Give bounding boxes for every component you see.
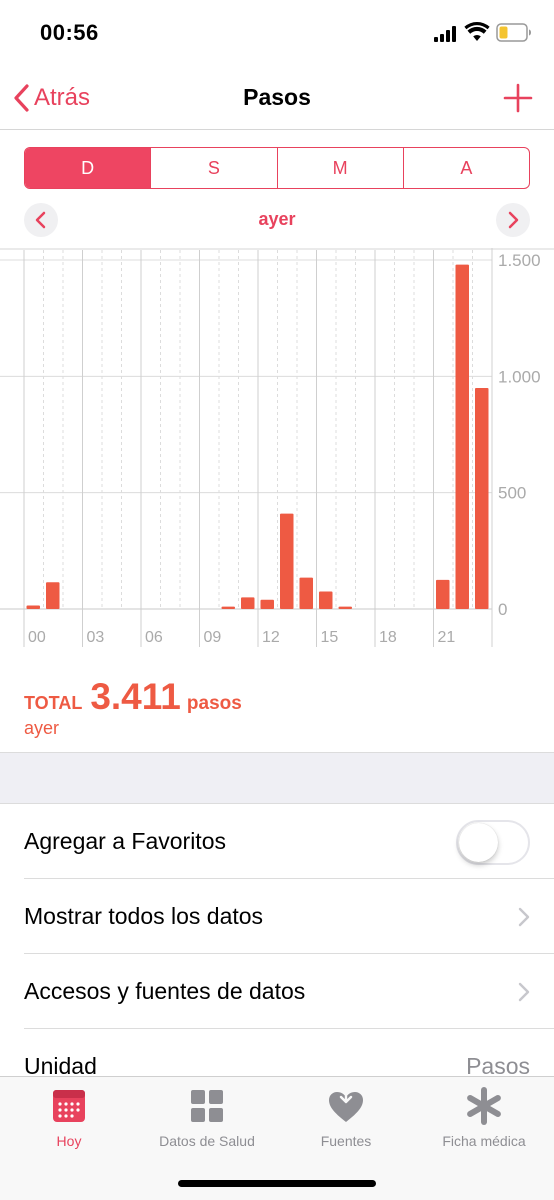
favorites-toggle[interactable]	[456, 820, 530, 865]
x-tick-label: 21	[438, 629, 456, 646]
x-tick-label: 09	[204, 629, 222, 646]
next-date-button[interactable]	[496, 203, 530, 237]
segment-day[interactable]: D	[25, 148, 151, 188]
tab-label: Datos de Salud	[159, 1133, 255, 1149]
x-tick-label: 15	[321, 629, 339, 646]
step-bar	[26, 605, 40, 609]
step-bar	[241, 597, 255, 609]
section-separator	[0, 752, 554, 804]
step-bar	[46, 582, 60, 609]
segment-month[interactable]: M	[276, 148, 403, 188]
y-tick-label: 1.000	[498, 367, 541, 386]
y-tick-label: 500	[498, 484, 526, 503]
show-all-data-row[interactable]: Mostrar todos los datos	[0, 879, 554, 954]
wifi-icon	[464, 22, 490, 41]
tab-label: Fuentes	[320, 1133, 372, 1149]
chevron-left-icon	[14, 84, 29, 112]
favorites-label: Agregar a Favoritos	[24, 828, 226, 854]
previous-date-button[interactable]	[24, 203, 58, 237]
toggle-knob	[459, 823, 498, 862]
back-button-label: Atrás	[34, 84, 91, 111]
grid-icon	[191, 1090, 223, 1122]
y-tick-label: 1.500	[498, 251, 541, 270]
favorites-row: Agregar a Favoritos	[0, 804, 554, 879]
step-bar	[299, 577, 313, 609]
x-tick-label: 06	[145, 629, 163, 646]
x-tick-label: 03	[87, 629, 105, 646]
current-date-label: ayer	[258, 209, 296, 229]
status-time: 00:56	[40, 20, 99, 45]
tab-today[interactable]: Hoy	[0, 1085, 138, 1155]
total-period: ayer	[24, 718, 60, 738]
step-bar	[260, 599, 274, 609]
steps-bar-chart: 1.5001.0005000000306091215182115 jun.	[0, 248, 554, 647]
status-bar: 00:56	[0, 0, 554, 66]
cellular-signal-icon	[434, 26, 458, 42]
chevron-left-icon	[35, 211, 46, 229]
y-tick-label: 0	[498, 600, 507, 619]
total-unit: pasos	[186, 693, 242, 714]
step-bar	[455, 264, 469, 609]
period-segmented-control: D S M A	[24, 147, 530, 189]
tab-label: Ficha médica	[442, 1133, 526, 1149]
x-tick-label: 00	[28, 629, 46, 646]
x-tick-label: 12	[262, 629, 280, 646]
date-navigator: ayer	[0, 200, 554, 240]
chevron-right-icon	[508, 211, 519, 229]
battery-icon	[496, 23, 531, 42]
step-bar	[221, 606, 235, 609]
step-bar	[338, 606, 352, 609]
chevron-right-icon	[518, 982, 530, 1002]
total-value: 3.411	[90, 676, 181, 717]
segment-year[interactable]: A	[402, 148, 529, 188]
tab-medical-id[interactable]: Ficha médica	[415, 1085, 553, 1155]
tab-health-data[interactable]: Datos de Salud	[138, 1085, 276, 1155]
asterisk-icon	[467, 1087, 501, 1125]
data-sources-label: Accesos y fuentes de datos	[24, 978, 306, 1004]
total-label: TOTAL	[24, 693, 83, 713]
heart-sources-icon	[329, 1087, 363, 1122]
step-bar	[475, 387, 489, 609]
home-indicator	[178, 1180, 376, 1187]
navigation-bar: Atrás Pasos	[0, 66, 554, 130]
step-bar	[319, 591, 333, 609]
data-sources-row[interactable]: Accesos y fuentes de datos	[0, 954, 554, 1029]
calendar-icon	[53, 1090, 85, 1122]
total-summary: TOTAL 3.411 pasos	[24, 676, 242, 718]
step-bar	[436, 579, 450, 609]
chevron-right-icon	[518, 907, 530, 927]
add-button[interactable]	[502, 82, 534, 114]
tab-label: Hoy	[56, 1133, 82, 1149]
back-button[interactable]: Atrás	[12, 80, 90, 116]
show-all-data-label: Mostrar todos los datos	[24, 903, 264, 929]
tab-sources[interactable]: Fuentes	[277, 1085, 415, 1155]
segment-week[interactable]: S	[150, 148, 276, 188]
step-bar	[280, 513, 294, 609]
x-tick-label: 18	[379, 629, 397, 646]
